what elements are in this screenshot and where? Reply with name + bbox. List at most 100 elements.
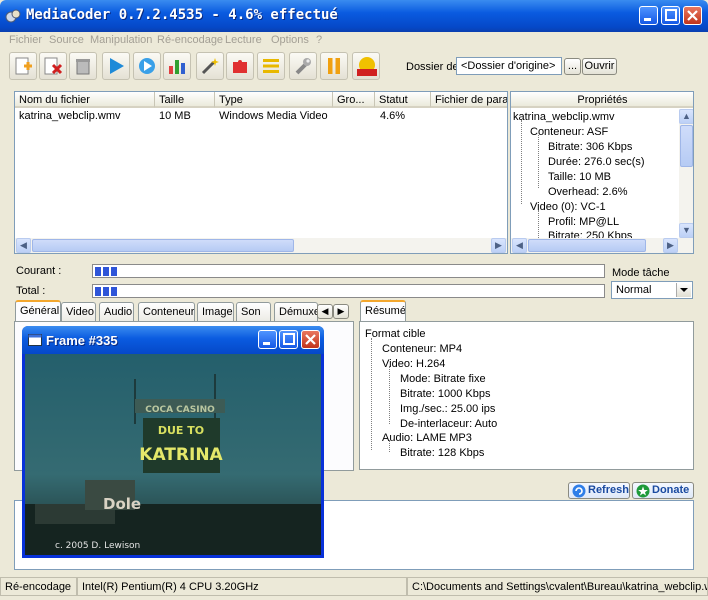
property-item[interactable]: Conteneur: ASF (530, 126, 608, 138)
preview-button[interactable] (133, 52, 161, 80)
tab-conteneur[interactable]: Conteneur (138, 302, 195, 321)
tab-general[interactable]: Général (15, 300, 61, 322)
tab-video[interactable]: Video (61, 302, 96, 321)
property-item[interactable]: Video (0): VC-1 (530, 201, 606, 213)
menu-help[interactable]: ? (316, 34, 322, 46)
donate-button[interactable]: Donate (632, 482, 694, 499)
tree-line (371, 338, 372, 450)
menu-manipulation[interactable]: Manipulation (90, 34, 152, 46)
tab-scroll-left[interactable]: ◀ (317, 304, 333, 319)
column-header-dest[interactable]: Fichier de parar (431, 92, 507, 108)
minimize-button[interactable] (639, 6, 658, 25)
scroll-right-arrow[interactable]: ▶ (491, 238, 506, 253)
menu-options[interactable]: Options (271, 34, 309, 46)
wand-icon (201, 58, 219, 75)
refresh-icon (572, 484, 586, 498)
summary-item: Mode: Bitrate fixe (400, 373, 486, 385)
column-header-status[interactable]: Statut (375, 92, 431, 108)
remove-file-button[interactable] (39, 52, 67, 80)
close-button[interactable] (683, 6, 702, 25)
properties-vscrollbar[interactable]: ▲ ▼ (679, 109, 693, 238)
add-file-button[interactable] (9, 52, 37, 80)
play-button[interactable] (102, 52, 130, 80)
property-item[interactable]: Profil: MP@LL (548, 216, 619, 228)
open-button[interactable]: Ouvrir (582, 58, 617, 75)
tab-scroll-right[interactable]: ▶ (333, 304, 349, 319)
video-frame: COCA CASINO DUE TO KATRINA Dole c. 2005 … (25, 354, 321, 555)
settings-button[interactable] (289, 52, 317, 80)
window-icon (28, 334, 42, 346)
scroll-thumb[interactable] (32, 239, 294, 252)
file-name-cell[interactable]: katrina_webclip.wmv (19, 110, 120, 122)
column-header-group[interactable]: Gro... (333, 92, 375, 108)
stats-button[interactable] (163, 52, 191, 80)
wizard-button[interactable] (196, 52, 224, 80)
mode-select[interactable]: Normal (611, 281, 693, 299)
scroll-right-arrow[interactable]: ▶ (663, 238, 678, 253)
file-list[interactable]: Nom du fichier Taille Type Gro... Statut… (14, 91, 508, 254)
tab-audio[interactable]: Audio (99, 302, 134, 321)
tree-line (538, 210, 539, 240)
menu-fichier[interactable]: Fichier (9, 34, 42, 46)
title-bar[interactable]: MediaCoder 0.7.2.4535 - 4.6% effectué (0, 0, 708, 32)
sign-line1-text: DUE TO (158, 424, 204, 437)
browse-button[interactable]: ... (564, 58, 581, 75)
property-item[interactable]: katrina_webclip.wmv (513, 111, 614, 123)
chevron-down-icon (680, 288, 688, 292)
total-progress-block (103, 287, 109, 296)
property-item[interactable]: Bitrate: 306 Kbps (548, 141, 632, 153)
dole-text: Dole (103, 495, 141, 513)
frame-title-bar[interactable]: Frame #335 (22, 326, 324, 354)
column-header-name[interactable]: Nom du fichier (15, 92, 155, 108)
property-item[interactable]: Durée: 276.0 sec(s) (548, 156, 645, 168)
menu-source[interactable]: Source (49, 34, 84, 46)
menu-reencodage[interactable]: Ré-encodage (157, 34, 223, 46)
wrench-icon (295, 58, 311, 75)
current-progress-bar (92, 264, 605, 278)
property-item[interactable]: Bitrate: 250 Kbps (548, 230, 632, 238)
scroll-thumb[interactable] (528, 239, 646, 252)
tab-resume[interactable]: Résumé (360, 300, 406, 322)
summary-item: Conteneur: MP4 (382, 343, 463, 355)
tab-son[interactable]: Son (236, 302, 271, 321)
properties-hscrollbar[interactable]: ◀ ▶ (511, 238, 693, 253)
frame-minimize-button[interactable] (258, 330, 277, 349)
minimize-icon (263, 342, 270, 345)
mode-label: Mode tâche (612, 267, 670, 279)
tab-demuxer[interactable]: Démuxer (274, 302, 318, 321)
plugin-button[interactable] (226, 52, 254, 80)
scroll-thumb[interactable] (680, 125, 693, 167)
property-item[interactable]: Overhead: 2.6% (548, 186, 628, 198)
scroll-up-arrow[interactable]: ▲ (679, 109, 693, 124)
maximize-icon (283, 333, 295, 345)
trash-button[interactable] (69, 52, 97, 80)
scroll-left-arrow[interactable]: ◀ (512, 238, 527, 253)
column-header-type[interactable]: Type (215, 92, 333, 108)
menu-bar: Fichier Source Manipulation Ré-encodage … (0, 32, 708, 49)
frame-preview-window[interactable]: Frame #335 COCA CASINO DUE TO KATRINA Do… (22, 326, 324, 558)
properties-panel[interactable]: Propriétés katrina_webclip.wmv Conteneur… (510, 91, 694, 254)
stop-button[interactable] (352, 52, 380, 80)
column-header-size[interactable]: Taille (155, 92, 215, 108)
summary-item: Bitrate: 1000 Kbps (400, 388, 491, 400)
summary-item: Bitrate: 128 Kbps (400, 447, 485, 459)
menu-lecture[interactable]: Lecture (225, 34, 262, 46)
dropdown-button[interactable] (676, 283, 691, 297)
file-list-hscrollbar[interactable]: ◀ ▶ (15, 238, 507, 253)
status-cpu: Intel(R) Pentium(R) 4 CPU 3.20GHz (77, 577, 407, 596)
file-type-cell: Windows Media Video (219, 110, 328, 122)
refresh-button[interactable]: Refresh (568, 482, 630, 499)
property-item[interactable]: Taille: 10 MB (548, 171, 611, 183)
scroll-down-arrow[interactable]: ▼ (679, 223, 693, 238)
frame-close-button[interactable] (301, 330, 320, 349)
scroll-left-arrow[interactable]: ◀ (16, 238, 31, 253)
frame-maximize-button[interactable] (279, 330, 298, 349)
summary-item: Img./sec.: 25.00 ips (400, 403, 496, 415)
summary-item: De-interlaceur: Auto (400, 418, 498, 430)
maximize-button[interactable] (661, 6, 680, 25)
pause-button[interactable] (320, 52, 348, 80)
output-folder-field[interactable]: <Dossier d'origine> (456, 57, 562, 75)
mode-select-value: Normal (616, 284, 652, 296)
queue-button[interactable] (257, 52, 285, 80)
tab-image[interactable]: Image (197, 302, 234, 321)
